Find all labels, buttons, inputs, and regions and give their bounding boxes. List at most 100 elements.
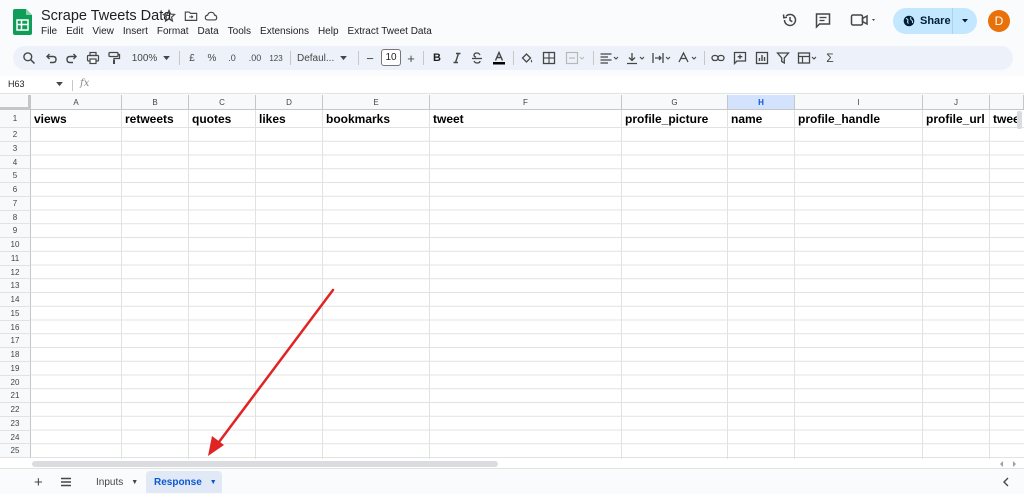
search-menus-button[interactable] xyxy=(21,50,37,66)
row-header-19[interactable]: 19 xyxy=(0,361,31,376)
row-header-11[interactable]: 11 xyxy=(0,251,31,266)
row-header-18[interactable]: 18 xyxy=(0,348,31,362)
scroll-arrows-icon[interactable] xyxy=(998,460,1018,468)
merge-cells-button[interactable] xyxy=(563,50,587,66)
name-box[interactable]: H63 xyxy=(8,79,63,89)
select-all-corner[interactable] xyxy=(0,95,31,110)
borders-button[interactable] xyxy=(541,50,557,66)
row-header-23[interactable]: 23 xyxy=(0,416,31,431)
insert-comment-button[interactable] xyxy=(732,50,748,66)
redo-button[interactable] xyxy=(64,50,80,66)
sheet-tab-inputs[interactable]: Inputs ▼ xyxy=(88,471,146,493)
column-header-f[interactable]: F xyxy=(430,95,622,110)
menu-data[interactable]: Data xyxy=(198,26,219,40)
row-header-6[interactable]: 6 xyxy=(0,183,31,197)
menu-insert[interactable]: Insert xyxy=(123,26,148,40)
menu-tools[interactable]: Tools xyxy=(228,26,251,40)
add-sheet-button[interactable]: + xyxy=(30,471,47,493)
horizontal-scrollbar[interactable] xyxy=(0,459,1024,468)
row-header-15[interactable]: 15 xyxy=(0,306,31,321)
document-title[interactable]: Scrape Tweets Data xyxy=(41,8,171,24)
row-header-9[interactable]: 9 xyxy=(0,224,31,238)
menu-help[interactable]: Help xyxy=(318,26,339,40)
bold-button[interactable]: B xyxy=(430,50,444,66)
number-format-button[interactable]: 123 xyxy=(268,50,284,66)
row-header-1[interactable]: 1 xyxy=(0,110,31,128)
currency-format-button[interactable]: £ xyxy=(185,50,199,66)
horizontal-align-button[interactable] xyxy=(598,50,620,66)
text-wrapping-button[interactable] xyxy=(650,50,672,66)
italic-button[interactable] xyxy=(450,50,464,66)
sheet-tab-response[interactable]: Response ▼ xyxy=(146,471,222,493)
text-rotation-button[interactable] xyxy=(676,50,698,66)
vertical-scrollbar-thumb[interactable] xyxy=(1017,111,1022,129)
column-header-b[interactable]: B xyxy=(122,95,189,110)
row-header-20[interactable]: 20 xyxy=(0,375,31,390)
header-cell-profile-url[interactable]: profile_url xyxy=(923,110,990,128)
menu-view[interactable]: View xyxy=(92,26,114,40)
column-header-h[interactable]: H xyxy=(728,95,795,110)
share-dropdown[interactable] xyxy=(953,8,977,34)
paint-format-button[interactable] xyxy=(106,50,122,66)
header-cell-quotes[interactable]: quotes xyxy=(189,110,256,128)
spreadsheet-grid[interactable]: ABCDEFGHIJ 1 2 3 4 5 6 7 8 9 10 11 12 13 14 15 16 17 18 19… xyxy=(0,95,1024,460)
decrease-font-size-button[interactable]: − xyxy=(364,50,376,66)
column-header-j[interactable]: J xyxy=(923,95,990,110)
decrease-decimal-button[interactable]: .0 xyxy=(224,50,240,66)
star-icon[interactable] xyxy=(162,9,176,23)
move-folder-icon[interactable] xyxy=(184,9,198,23)
create-filter-button[interactable] xyxy=(775,50,791,66)
menu-extensions[interactable]: Extensions xyxy=(260,26,309,40)
all-sheets-button[interactable] xyxy=(56,471,76,493)
row-header-4[interactable]: 4 xyxy=(0,155,31,170)
column-header-i[interactable]: I xyxy=(795,95,923,110)
header-cell-retweets[interactable]: retweets xyxy=(122,110,189,128)
column-header-d[interactable]: D xyxy=(256,95,323,110)
share-button[interactable]: Share xyxy=(893,8,977,34)
meet-video-icon[interactable] xyxy=(850,11,878,29)
row-header-22[interactable]: 22 xyxy=(0,403,31,417)
functions-button[interactable]: Σ xyxy=(823,50,837,66)
chevron-left-icon[interactable] xyxy=(1002,477,1010,487)
percent-format-button[interactable]: % xyxy=(205,50,219,66)
header-cell-name[interactable]: name xyxy=(728,110,795,128)
row-header-16[interactable]: 16 xyxy=(0,320,31,335)
header-cell-profile-handle[interactable]: profile_handle xyxy=(795,110,923,128)
row-header-24[interactable]: 24 xyxy=(0,430,31,445)
header-cell-tweet[interactable]: tweet xyxy=(430,110,622,128)
cloud-saved-icon[interactable] xyxy=(204,9,218,23)
row-header-21[interactable]: 21 xyxy=(0,389,31,403)
text-color-button[interactable] xyxy=(491,50,507,66)
insert-link-button[interactable] xyxy=(710,50,726,66)
increase-font-size-button[interactable]: + xyxy=(405,50,417,66)
font-size-input[interactable]: 10 xyxy=(381,49,401,66)
column-header-partial[interactable] xyxy=(990,95,1024,110)
row-header-12[interactable]: 12 xyxy=(0,265,31,280)
header-cell-bookmarks[interactable]: bookmarks xyxy=(323,110,430,128)
caret-down-icon[interactable]: ▼ xyxy=(131,479,138,486)
menu-edit[interactable]: Edit xyxy=(66,26,83,40)
undo-button[interactable] xyxy=(43,50,59,66)
header-cell-profile-picture[interactable]: profile_picture xyxy=(622,110,728,128)
column-header-c[interactable]: C xyxy=(189,95,256,110)
avatar[interactable]: D xyxy=(988,10,1010,32)
column-header-g[interactable]: G xyxy=(622,95,728,110)
version-history-icon[interactable] xyxy=(781,11,799,29)
sheets-logo-icon[interactable] xyxy=(13,9,32,35)
fill-color-button[interactable] xyxy=(519,50,535,66)
row-header-3[interactable]: 3 xyxy=(0,141,31,156)
row-header-25[interactable]: 25 xyxy=(0,444,31,458)
header-cell-twee[interactable]: twee xyxy=(990,110,1018,128)
font-family-select[interactable]: Defaul... xyxy=(297,50,353,66)
row-header-5[interactable]: 5 xyxy=(0,169,31,183)
header-cell-views[interactable]: views xyxy=(31,110,122,128)
vertical-align-button[interactable] xyxy=(624,50,646,66)
row-header-2[interactable]: 2 xyxy=(0,128,31,142)
row-header-7[interactable]: 7 xyxy=(0,196,31,211)
row-header-13[interactable]: 13 xyxy=(0,279,31,293)
row-header-8[interactable]: 8 xyxy=(0,210,31,225)
row-header-17[interactable]: 17 xyxy=(0,334,31,348)
zoom-select[interactable]: 100% xyxy=(129,50,173,66)
menu-extract-tweet-data[interactable]: Extract Tweet Data xyxy=(348,26,432,40)
print-button[interactable] xyxy=(85,50,101,66)
